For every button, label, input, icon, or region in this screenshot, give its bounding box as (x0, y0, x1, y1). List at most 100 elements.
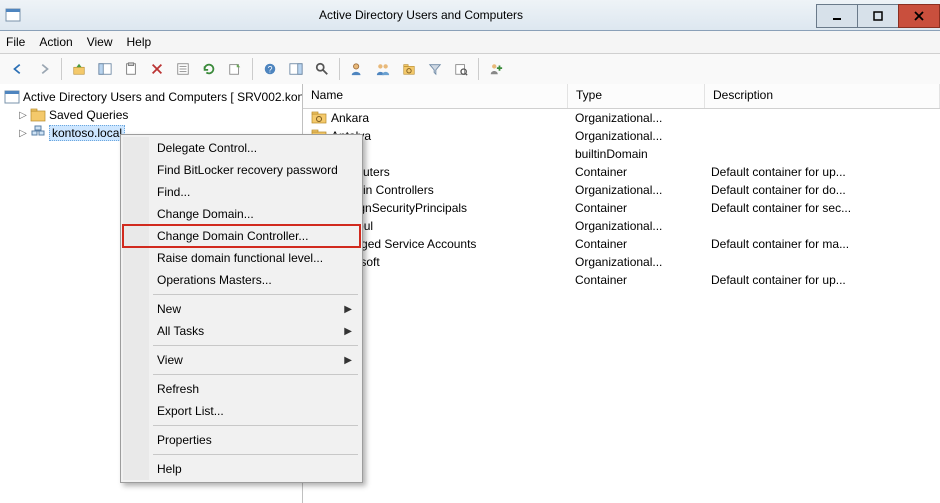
menu-file[interactable]: File (6, 35, 25, 49)
menu-item-label: Help (157, 462, 182, 476)
add-to-group-icon[interactable] (484, 57, 508, 81)
svg-text:?: ? (268, 65, 273, 75)
export-icon[interactable] (223, 57, 247, 81)
expander-icon[interactable]: ▷ (16, 110, 30, 121)
submenu-arrow-icon: ▶ (344, 326, 352, 337)
domain-icon (30, 125, 46, 141)
menu-item-label: Change Domain... (157, 207, 254, 221)
expander-icon[interactable]: ▷ (16, 128, 30, 139)
folder-icon (30, 107, 46, 123)
list-item[interactable]: Managed Service AccountsContainerDefault… (303, 235, 940, 253)
menu-item-label: Properties (157, 433, 212, 447)
context-menu-item[interactable]: Find... (123, 181, 360, 203)
column-type[interactable]: Type (568, 84, 705, 108)
refresh-icon[interactable] (197, 57, 221, 81)
help-icon[interactable]: ? (258, 57, 282, 81)
menu-separator (153, 425, 358, 426)
list-item[interactable]: Domain ControllersOrganizational...Defau… (303, 181, 940, 199)
menu-view[interactable]: View (87, 35, 113, 49)
menu-item-label: Raise domain functional level... (157, 251, 323, 265)
submenu-arrow-icon: ▶ (344, 304, 352, 315)
item-type: Organizational... (567, 255, 703, 269)
item-type: Organizational... (567, 183, 703, 197)
context-menu-item[interactable]: Delegate Control... (123, 137, 360, 159)
up-button[interactable] (67, 57, 91, 81)
item-description: Default container for sec... (703, 201, 940, 215)
toolbar: ? (0, 54, 940, 85)
item-description: Default container for ma... (703, 237, 940, 251)
list-item[interactable]: UsersContainerDefault container for up..… (303, 271, 940, 289)
context-menu-item[interactable]: All Tasks▶ (123, 320, 360, 342)
window-title: Active Directory Users and Computers (26, 8, 816, 22)
show-hide-tree-button[interactable] (93, 57, 117, 81)
search-icon[interactable] (449, 57, 473, 81)
item-type: Container (567, 165, 703, 179)
new-group-icon[interactable] (371, 57, 395, 81)
menu-item-label: New (157, 302, 181, 316)
menu-separator (153, 345, 358, 346)
item-description: Default container for up... (703, 273, 940, 287)
menu-item-label: Find BitLocker recovery password (157, 163, 338, 177)
action-pane-icon[interactable] (284, 57, 308, 81)
tree-saved-queries[interactable]: ▷ Saved Queries (0, 106, 302, 124)
list-item[interactable]: BuiltinbuiltinDomain (303, 145, 940, 163)
list-item[interactable]: ComputersContainerDefault container for … (303, 163, 940, 181)
filter-icon[interactable] (423, 57, 447, 81)
menu-separator (153, 454, 358, 455)
context-menu-item[interactable]: Operations Masters... (123, 269, 360, 291)
menu-help[interactable]: Help (127, 35, 152, 49)
list-item[interactable]: IstanbulOrganizational... (303, 217, 940, 235)
forward-button[interactable] (32, 57, 56, 81)
close-button[interactable] (898, 4, 940, 28)
context-menu: Delegate Control... Find BitLocker recove… (120, 134, 363, 483)
menu-item-label: Change Domain Controller... (157, 229, 308, 243)
new-user-icon[interactable] (345, 57, 369, 81)
column-description[interactable]: Description (705, 84, 940, 108)
new-ou-icon[interactable] (397, 57, 421, 81)
context-menu-item[interactable]: Export List... (123, 400, 360, 422)
context-menu-item[interactable]: Help (123, 458, 360, 480)
tree-root[interactable]: Active Directory Users and Computers [ S… (0, 88, 302, 106)
column-headers[interactable]: Name Type Description (303, 84, 940, 109)
item-type: Container (567, 273, 703, 287)
properties-icon[interactable] (171, 57, 195, 81)
title-bar: Active Directory Users and Computers (0, 0, 940, 31)
back-button[interactable] (6, 57, 30, 81)
clipboard-icon[interactable] (119, 57, 143, 81)
submenu-arrow-icon: ▶ (344, 355, 352, 366)
context-menu-item[interactable]: Refresh (123, 378, 360, 400)
delete-icon[interactable] (145, 57, 169, 81)
context-menu-item[interactable]: Change Domain... (123, 203, 360, 225)
item-type: builtinDomain (567, 147, 703, 161)
context-menu-item[interactable]: Raise domain functional level... (123, 247, 360, 269)
menu-item-label: Refresh (157, 382, 199, 396)
menu-bar: File Action View Help (0, 31, 940, 54)
column-name[interactable]: Name (303, 84, 568, 108)
menu-separator (153, 294, 358, 295)
list-item[interactable]: ForeignSecurityPrincipalsContainerDefaul… (303, 199, 940, 217)
minimize-button[interactable] (816, 4, 858, 28)
list-item[interactable]: Ankara Organizational... (303, 109, 940, 127)
list-pane[interactable]: Name Type Description Ankara Organization… (303, 84, 940, 503)
item-type: Container (567, 237, 703, 251)
item-name: Ankara (331, 111, 369, 125)
item-description: Default container for up... (703, 165, 940, 179)
context-menu-item[interactable]: View▶ (123, 349, 360, 371)
find-icon[interactable] (310, 57, 334, 81)
list-item[interactable]: AntalyaOrganizational... (303, 127, 940, 145)
menu-item-label: Export List... (157, 404, 224, 418)
context-menu-item[interactable]: New ▶ (123, 298, 360, 320)
maximize-button[interactable] (857, 4, 899, 28)
menu-item-label: Find... (157, 185, 190, 199)
app-icon (0, 0, 26, 30)
context-menu-item[interactable]: Find BitLocker recovery password (123, 159, 360, 181)
item-type: Organizational... (567, 129, 703, 143)
menu-item-label: Operations Masters... (157, 273, 272, 287)
context-menu-item[interactable]: Change Domain Controller... (123, 225, 360, 247)
menu-separator (153, 374, 358, 375)
aduc-icon (4, 89, 20, 105)
list-item[interactable]: MicrosoftOrganizational... (303, 253, 940, 271)
context-menu-item[interactable]: Properties (123, 429, 360, 451)
item-type: Organizational... (567, 111, 703, 125)
menu-action[interactable]: Action (39, 35, 72, 49)
